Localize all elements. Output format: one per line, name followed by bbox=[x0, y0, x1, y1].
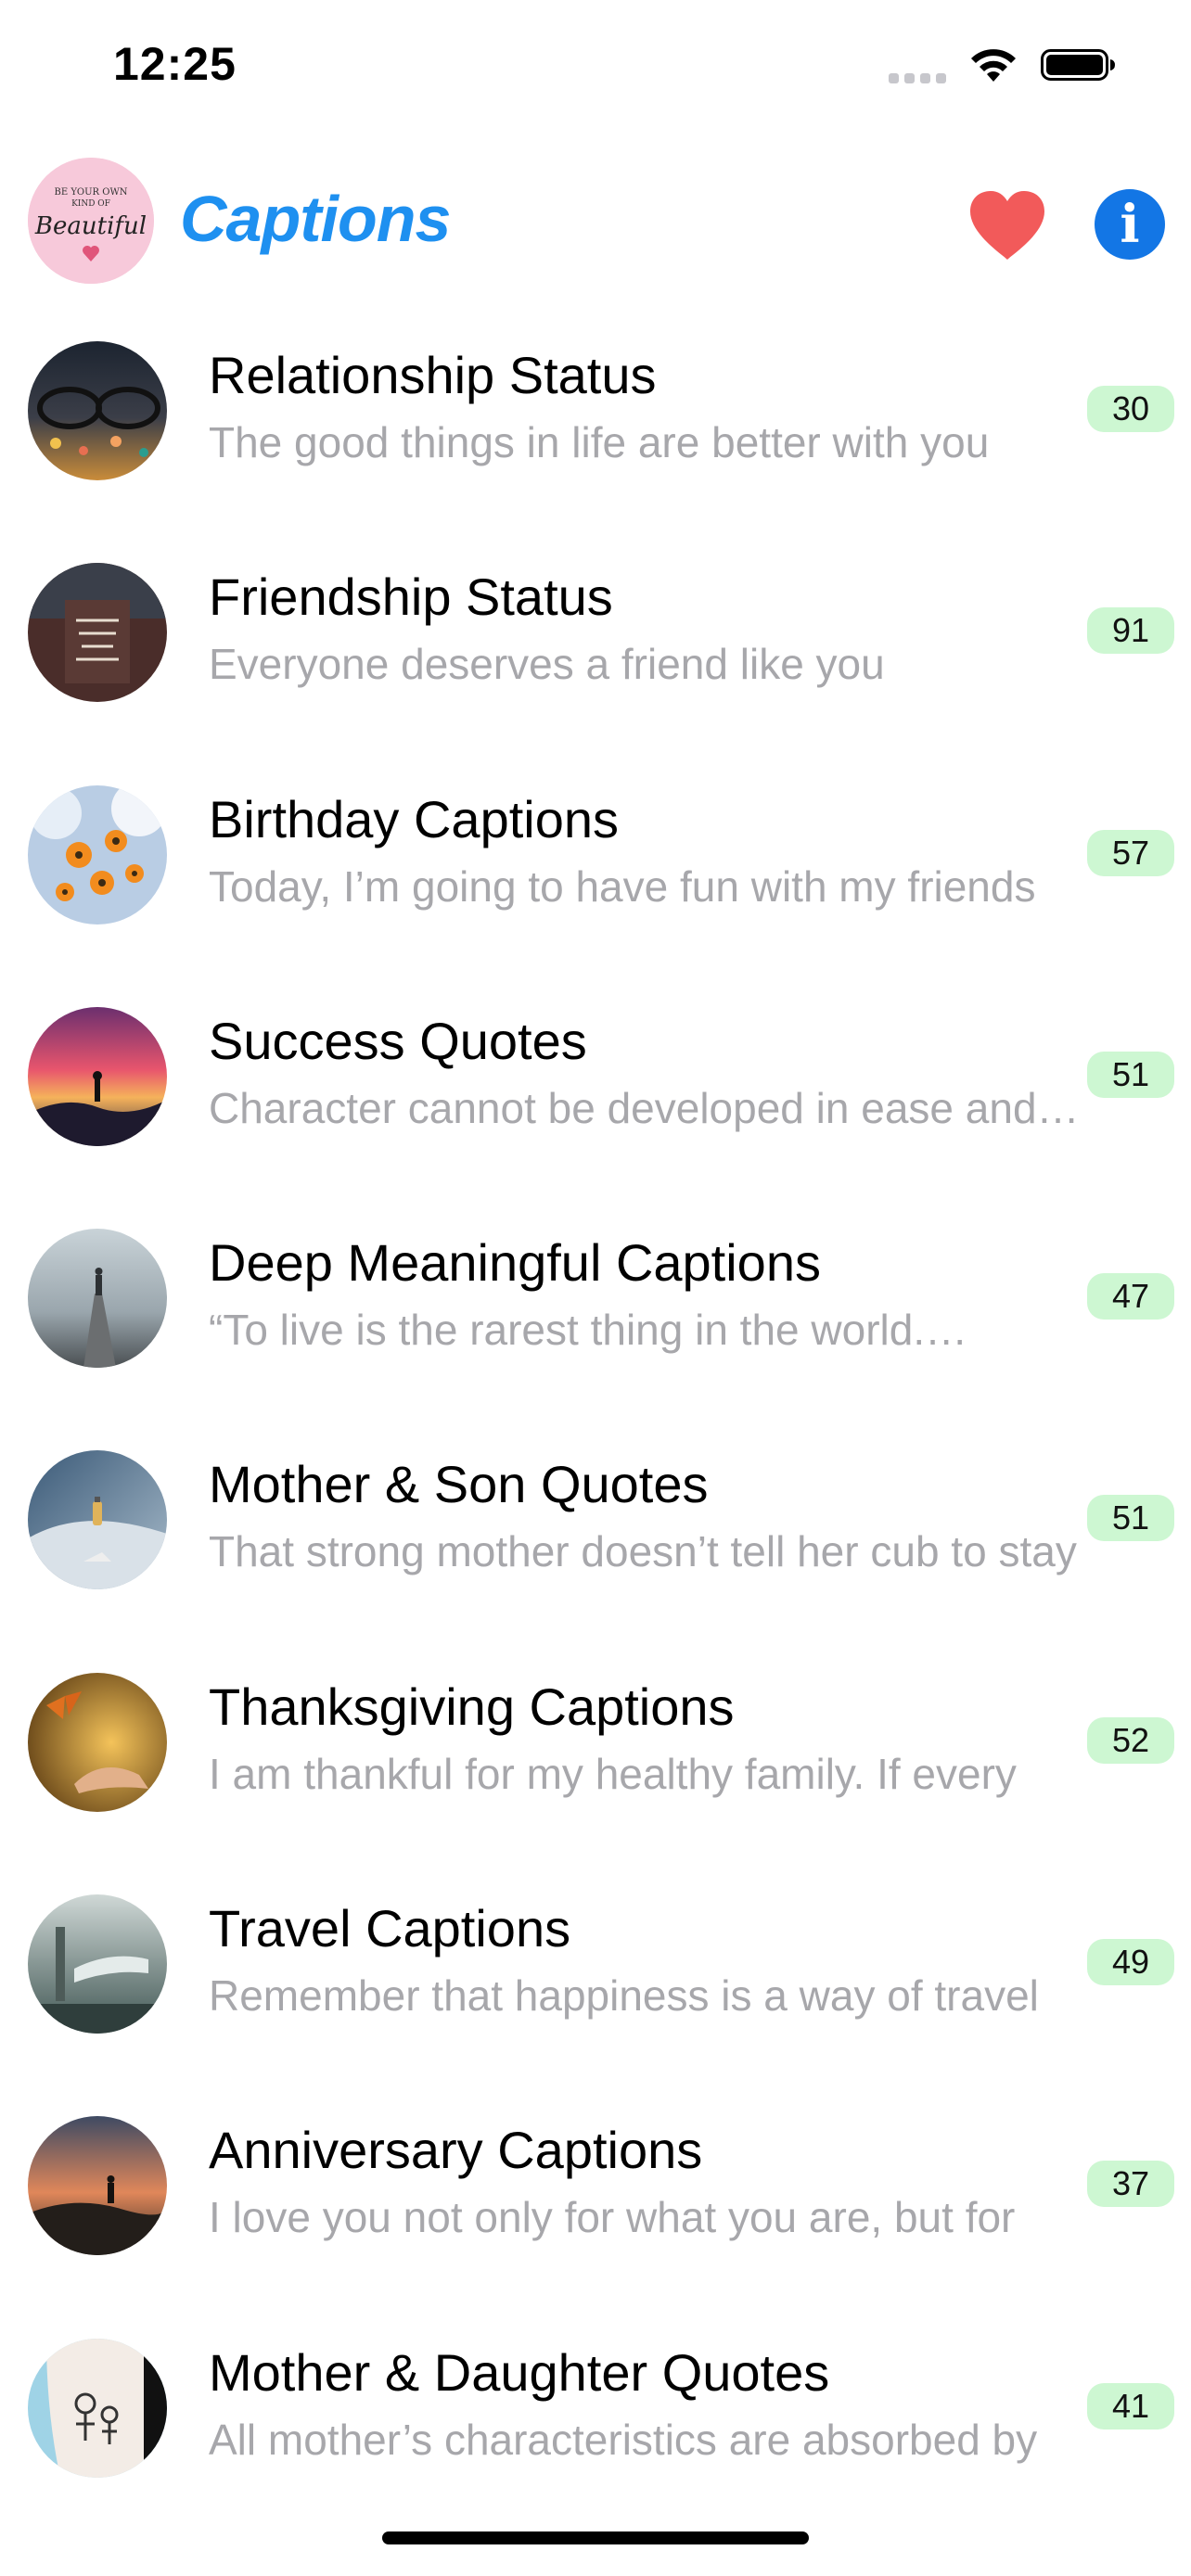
app-title: Captions bbox=[180, 183, 451, 255]
thumbnail-image bbox=[28, 2338, 167, 2478]
thumbnail-image bbox=[28, 563, 167, 703]
row-title: Anniversary Captions bbox=[209, 2121, 703, 2180]
count-badge: 49 bbox=[1087, 1939, 1174, 1986]
row-title: Success Quotes bbox=[209, 1011, 587, 1070]
count-badge: 51 bbox=[1087, 1051, 1174, 1098]
row-subtitle: Character cannot be developed in ease an… bbox=[209, 1083, 1085, 1132]
app-header: BE YOUR OWN KIND OF Beautiful Captions i bbox=[0, 148, 1191, 297]
favorites-button[interactable] bbox=[968, 189, 1046, 261]
thumbnail-image bbox=[28, 784, 167, 925]
svg-text:Beautiful: Beautiful bbox=[34, 212, 147, 240]
row-title: Relationship Status bbox=[209, 346, 657, 404]
row-subtitle: “To live is the rarest thing in the worl… bbox=[209, 1306, 968, 1355]
row-subtitle: That strong mother doesn’t tell her cub … bbox=[209, 1527, 1077, 1576]
svg-text:KIND OF: KIND OF bbox=[71, 199, 110, 209]
row-subtitle: I am thankful for my healthy family. If … bbox=[209, 1749, 1017, 1798]
list-item-success-quotes[interactable]: Success Quotes Character cannot be devel… bbox=[0, 972, 1191, 1193]
heart-icon bbox=[970, 191, 1044, 260]
list-item-deep-meaningful-captions[interactable]: Deep Meaningful Captions “To live is the… bbox=[0, 1193, 1191, 1415]
list-item-mother-daughter-quotes[interactable]: Mother & Daughter Quotes All mother’s ch… bbox=[0, 2303, 1191, 2525]
thumbnail-image bbox=[28, 1006, 167, 1146]
row-title: Deep Meaningful Captions bbox=[209, 1233, 821, 1293]
info-button[interactable]: i bbox=[1095, 189, 1165, 260]
status-icons bbox=[889, 46, 1117, 83]
category-list: Relationship Status The good things in l… bbox=[0, 306, 1191, 2525]
row-subtitle: Remember that happiness is a way of trav… bbox=[209, 1971, 1039, 2021]
list-item-thanksgiving-captions[interactable]: Thanksgiving Captions I am thankful for … bbox=[0, 1638, 1191, 1859]
signal-icon bbox=[889, 46, 946, 83]
row-subtitle: Today, I’m going to have fun with my fri… bbox=[209, 861, 1036, 911]
list-item-anniversary-captions[interactable]: Anniversary Captions I love you not only… bbox=[0, 2081, 1191, 2302]
thumbnail-image bbox=[28, 341, 167, 480]
logo-text-top: BE YOUR OWN bbox=[55, 187, 128, 198]
info-icon: i bbox=[1120, 194, 1140, 255]
row-subtitle: All mother’s characteristics are absorbe… bbox=[209, 2415, 1038, 2464]
row-title: Birthday Captions bbox=[209, 789, 620, 848]
list-item-relationship-status[interactable]: Relationship Status The good things in l… bbox=[0, 306, 1191, 528]
list-item-friendship-status[interactable]: Friendship Status Everyone deserves a fr… bbox=[0, 528, 1191, 749]
thumbnail-image bbox=[28, 1229, 167, 1369]
app-logo: BE YOUR OWN KIND OF Beautiful bbox=[28, 158, 154, 284]
count-badge: 51 bbox=[1087, 1495, 1174, 1542]
count-badge: 41 bbox=[1087, 2382, 1174, 2429]
thumbnail-image bbox=[28, 1450, 167, 1590]
list-item-birthday-captions[interactable]: Birthday Captions Today, I’m going to ha… bbox=[0, 750, 1191, 972]
count-badge: 37 bbox=[1087, 2161, 1174, 2208]
row-title: Mother & Daughter Quotes bbox=[209, 2342, 830, 2402]
row-title: Thanksgiving Captions bbox=[209, 1677, 735, 1736]
battery-icon bbox=[1041, 49, 1115, 81]
list-item-mother-son-quotes[interactable]: Mother & Son Quotes That strong mother d… bbox=[0, 1415, 1191, 1637]
row-subtitle: The good things in life are better with … bbox=[209, 418, 990, 466]
status-time: 12:25 bbox=[113, 38, 237, 90]
thumbnail-image bbox=[28, 1894, 167, 2034]
row-title: Travel Captions bbox=[209, 1899, 571, 1958]
status-bar: 12:25 bbox=[0, 0, 1191, 139]
count-badge: 91 bbox=[1087, 607, 1174, 655]
list-item-travel-captions[interactable]: Travel Captions Remember that happiness … bbox=[0, 1859, 1191, 2081]
row-title: Friendship Status bbox=[209, 567, 613, 627]
count-badge: 47 bbox=[1087, 1273, 1174, 1320]
row-subtitle: I love you not only for what you are, bu… bbox=[209, 2193, 1016, 2242]
row-subtitle: Everyone deserves a friend like you bbox=[209, 640, 885, 689]
wifi-icon bbox=[971, 49, 1016, 82]
thumbnail-image bbox=[28, 2116, 167, 2256]
thumbnail-image bbox=[28, 1672, 167, 1812]
row-title: Mother & Son Quotes bbox=[209, 1455, 709, 1514]
home-indicator[interactable] bbox=[382, 2531, 809, 2544]
count-badge: 57 bbox=[1087, 829, 1174, 876]
count-badge: 30 bbox=[1087, 386, 1174, 432]
count-badge: 52 bbox=[1087, 1716, 1174, 1764]
